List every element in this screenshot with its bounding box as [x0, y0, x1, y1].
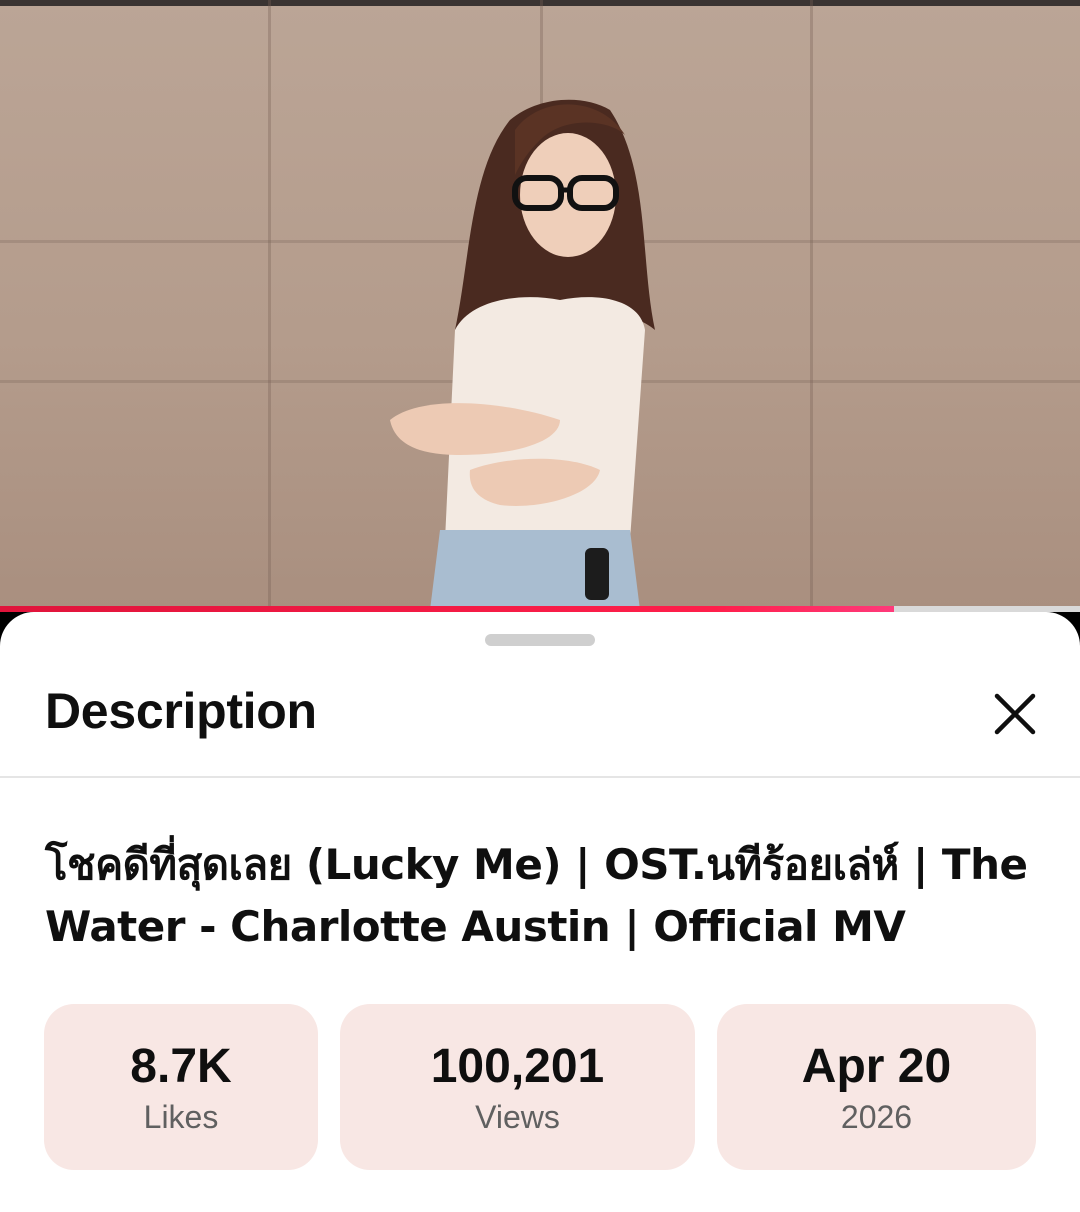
video-player[interactable]: [0, 0, 1080, 610]
video-title: โชคดีที่สุดเลย (Lucky Me) | OST.นทีร้อยเ…: [45, 840, 1028, 951]
views-label: Views: [475, 1098, 560, 1135]
sheet-title: Description: [45, 683, 317, 739]
likes-label: Likes: [143, 1098, 219, 1135]
views-stat: 100,201 Views: [340, 1004, 695, 1170]
publish-year: 2026: [840, 1098, 913, 1135]
close-icon: [994, 693, 1036, 735]
views-count: 100,201: [430, 1039, 605, 1093]
drag-handle[interactable]: [485, 634, 595, 646]
video-frame-person: [390, 99, 655, 610]
date-stat: Apr 20 2026: [717, 1004, 1036, 1170]
likes-count: 8.7K: [130, 1039, 232, 1093]
close-button[interactable]: [985, 684, 1045, 744]
publish-date: Apr 20: [801, 1039, 952, 1093]
description-sheet: Description โชคดีที่สุดเลย (Lucky Me) | …: [0, 612, 1080, 1212]
divider: [0, 776, 1080, 778]
likes-stat: 8.7K Likes: [44, 1004, 318, 1170]
